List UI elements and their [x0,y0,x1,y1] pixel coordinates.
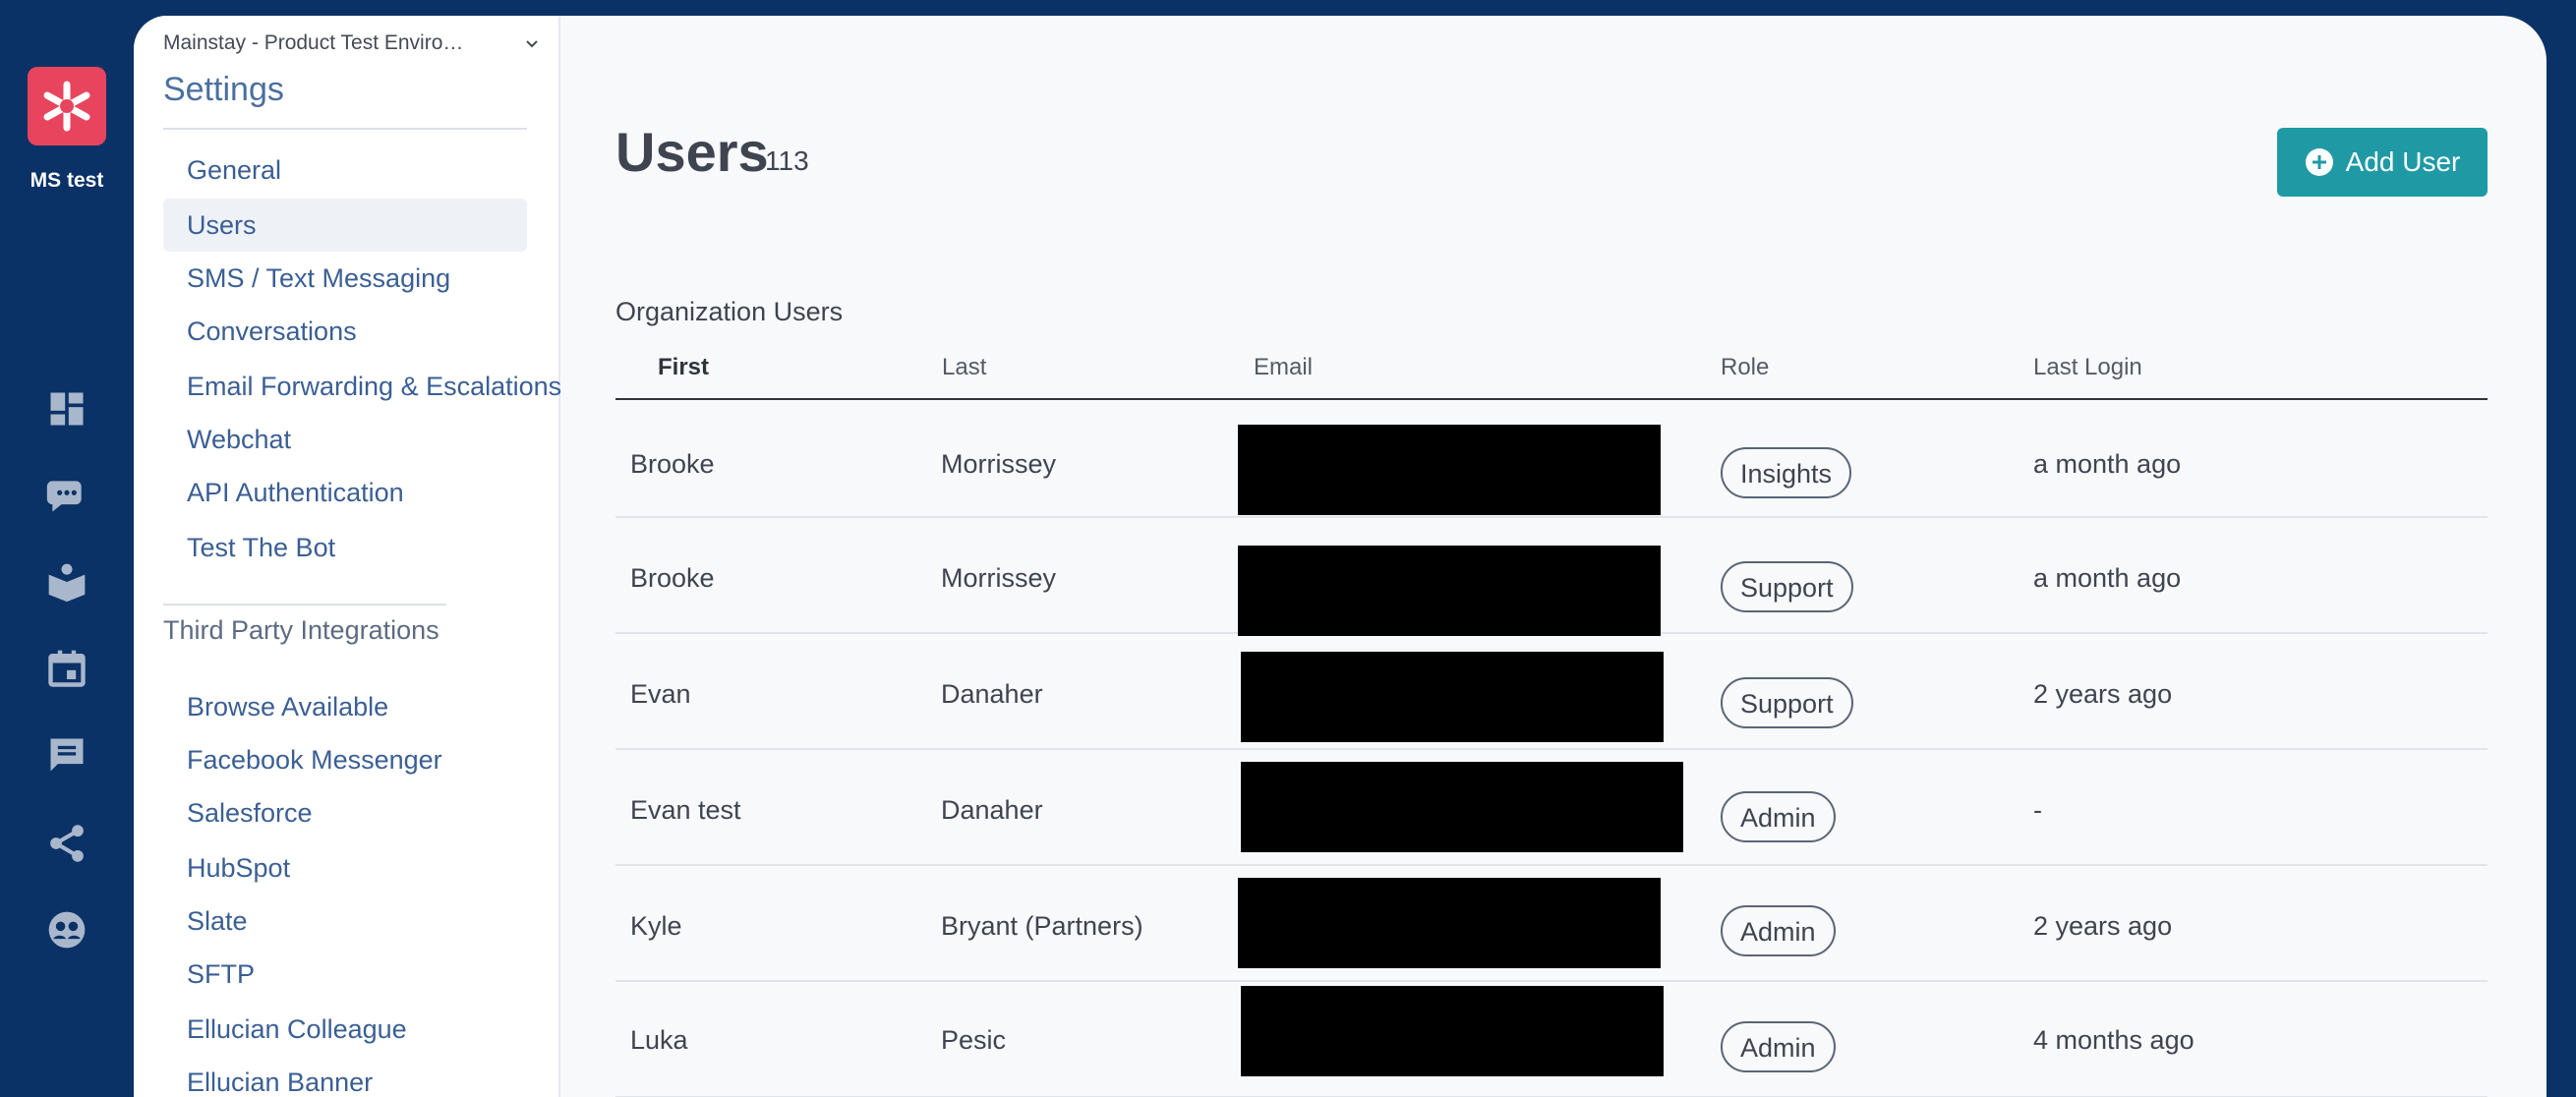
nav-item-ellucian-banner[interactable]: Ellucian Banner [163,1056,527,1097]
cell-last: Morrissey [941,449,1057,479]
email-redacted [1241,652,1664,742]
org-name: MS test [29,169,104,192]
page-title: Users [615,121,769,183]
email-redacted [1241,762,1683,852]
add-user-button[interactable]: Add User [2277,128,2488,197]
calendar-icon[interactable] [43,645,90,692]
nav-item-webchat[interactable]: Webchat [163,413,527,466]
column-header-role[interactable]: Role [1721,354,1769,381]
cell-last: Morrissey [941,563,1057,593]
email-redacted [1241,986,1664,1076]
mainstay-logo[interactable] [28,67,106,145]
role-badge: Admin [1721,791,1836,842]
role-badge: Admin [1721,1021,1836,1072]
knowledge-book-icon[interactable] [43,558,90,606]
chat-bubble-icon[interactable] [43,472,90,519]
cell-first: Evan [630,679,691,709]
cell-last-login: a month ago [2033,563,2182,593]
table-row[interactable]: Brooke Morrissey Support a month ago [615,516,2488,636]
environment-switcher[interactable]: Mainstay - Product Test Enviro… [163,31,556,55]
plus-circle-icon [2305,148,2333,176]
cell-first: Evan test [630,795,741,825]
chevron-down-icon [526,40,538,48]
column-header-last[interactable]: Last [942,354,986,381]
table-row[interactable]: Luka Pesic Admin 4 months ago [615,980,2488,1097]
table-row[interactable]: Brooke Morrissey Insights a month ago [615,400,2488,518]
nav-item-sftp[interactable]: SFTP [163,948,527,1001]
app-rail: MS test [0,0,134,1097]
role-badge: Admin [1721,905,1836,956]
main-card: Mainstay - Product Test Enviro… Settings… [134,16,2547,1097]
cell-last-login: - [2033,795,2042,825]
nav-item-conversations[interactable]: Conversations [163,305,527,358]
nav-item-hubspot[interactable]: HubSpot [163,841,527,895]
table-row[interactable]: Kyle Bryant (Partners) Admin 2 years ago [615,864,2488,982]
cell-first: Brooke [630,563,715,593]
nav-item-ellucian-colleague[interactable]: Ellucian Colleague [163,1003,527,1056]
table-row[interactable]: Evan test Danaher Admin - [615,748,2488,866]
divider [163,128,527,130]
cell-first: Luka [630,1025,688,1055]
email-redacted [1238,425,1661,515]
cell-last-login: 2 years ago [2033,679,2173,709]
divider [163,604,446,606]
role-badge: Insights [1721,447,1852,498]
user-count: 113 [765,145,809,176]
cell-last-login: 2 years ago [2033,911,2173,941]
cell-first: Kyle [630,911,682,941]
column-header-email[interactable]: Email [1254,354,1313,381]
nav-item-users[interactable]: Users [163,199,527,252]
role-badge: Support [1721,677,1853,728]
column-header-last-login[interactable]: Last Login [2033,354,2142,381]
cell-last: Bryant (Partners) [941,911,1143,941]
nav-item-general[interactable]: General [163,144,527,197]
integrations-title: Third Party Integrations [163,615,439,645]
nav-item-salesforce[interactable]: Salesforce [163,786,527,839]
cell-first: Brooke [630,449,715,479]
cell-last-login: a month ago [2033,449,2182,479]
dashboard-icon[interactable] [43,385,90,433]
nav-item-test-the-bot[interactable]: Test The Bot [163,521,527,574]
nav-item-browse-available[interactable]: Browse Available [163,680,527,733]
cell-last: Danaher [941,795,1043,825]
settings-sidebar: Mainstay - Product Test Enviro… Settings… [134,16,561,1097]
message-icon[interactable] [43,731,90,779]
email-redacted [1238,546,1661,636]
nav-item-slate[interactable]: Slate [163,895,527,948]
role-badge: Support [1721,561,1853,612]
asterisk-logo-icon [43,81,90,132]
cell-last-login: 4 months ago [2033,1025,2195,1055]
add-user-label: Add User [2345,146,2461,177]
table-row[interactable]: Evan Danaher Support 2 years ago [615,632,2488,750]
section-title: Organization Users [615,297,844,326]
nav-item-api-authentication[interactable]: API Authentication [163,466,527,519]
cell-last: Pesic [941,1025,1007,1055]
nav-item-sms[interactable]: SMS / Text Messaging [163,252,527,305]
cell-last: Danaher [941,679,1043,709]
settings-title: Settings [163,71,284,108]
share-network-icon[interactable] [43,820,90,867]
nav-item-email-forwarding[interactable]: Email Forwarding & Escalations [163,360,561,413]
environment-name: Mainstay - Product Test Enviro… [163,31,464,54]
column-header-first[interactable]: First [658,354,709,381]
email-redacted [1238,878,1661,968]
contacts-icon[interactable] [43,906,90,953]
nav-item-facebook-messenger[interactable]: Facebook Messenger [163,733,527,786]
